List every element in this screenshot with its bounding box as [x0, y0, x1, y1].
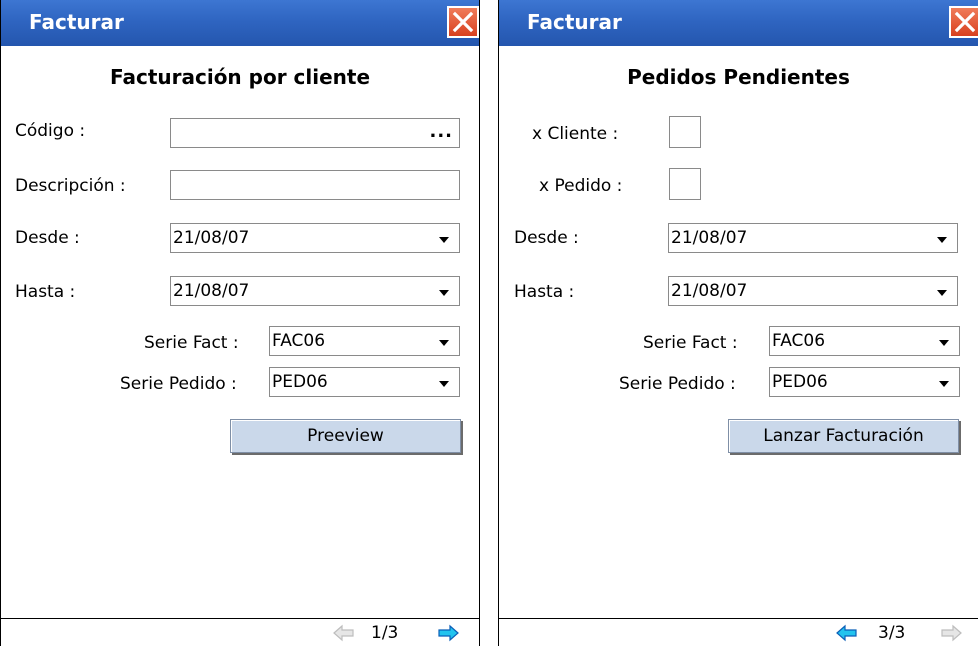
serie-pedido-select[interactable]: PED06	[769, 367, 960, 397]
chevron-down-icon	[439, 290, 449, 296]
x-pedido-checkbox[interactable]	[669, 168, 701, 200]
descripcion-label: Descripción :	[15, 176, 126, 196]
page-title: Facturación por cliente	[109, 65, 371, 89]
window-title: Facturar	[527, 10, 622, 34]
arrow-left-icon[interactable]	[836, 624, 858, 642]
x-cliente-label: x Cliente :	[532, 124, 619, 144]
window-title: Facturar	[29, 10, 124, 34]
chevron-down-icon	[937, 290, 947, 296]
close-icon	[452, 11, 474, 33]
page-title: Pedidos Pendientes	[627, 65, 850, 89]
codigo-label: Código :	[15, 121, 86, 141]
desde-value: 21/08/07	[173, 228, 250, 248]
chevron-down-icon	[439, 381, 449, 387]
serie-fact-select[interactable]: FAC06	[769, 326, 960, 356]
lanzar-facturacion-button[interactable]: Lanzar Facturación	[728, 419, 959, 453]
x-pedido-label: x Pedido :	[539, 176, 623, 196]
preview-button[interactable]: Preeview	[230, 419, 461, 453]
hasta-select[interactable]: 21/08/07	[170, 276, 460, 306]
serie-pedido-select[interactable]: PED06	[269, 367, 460, 397]
hasta-select[interactable]: 21/08/07	[668, 276, 958, 306]
chevron-down-icon	[939, 381, 949, 387]
arrow-right-icon[interactable]	[940, 624, 962, 642]
hasta-value: 21/08/07	[671, 281, 748, 301]
title-bar: Facturar	[499, 0, 978, 46]
close-button[interactable]	[949, 6, 978, 38]
pedidos-pendientes-panel: Facturar Pedidos Pendientes x Cliente : …	[498, 0, 978, 646]
serie-fact-value: FAC06	[272, 331, 326, 351]
browse-button[interactable]: ...	[429, 121, 453, 142]
page-indicator: 3/3	[878, 623, 906, 643]
arrow-right-icon[interactable]	[437, 624, 459, 642]
desde-label: Desde :	[514, 228, 579, 248]
desde-value: 21/08/07	[671, 228, 748, 248]
hasta-value: 21/08/07	[173, 281, 250, 301]
pager: 1/3	[309, 620, 479, 646]
descripcion-input[interactable]	[170, 170, 460, 200]
close-button[interactable]	[447, 6, 479, 38]
chevron-down-icon	[439, 340, 449, 346]
hasta-label: Hasta :	[15, 282, 76, 302]
serie-pedido-value: PED06	[272, 372, 328, 392]
chevron-down-icon	[439, 237, 449, 243]
desde-select[interactable]: 21/08/07	[668, 223, 958, 253]
x-cliente-checkbox[interactable]	[669, 116, 701, 148]
chevron-down-icon	[937, 237, 947, 243]
serie-pedido-label: Serie Pedido :	[120, 374, 237, 394]
close-icon	[954, 11, 976, 33]
desde-select[interactable]: 21/08/07	[170, 223, 460, 253]
codigo-input[interactable]: ...	[170, 118, 460, 148]
pager: 3/3	[808, 620, 978, 646]
serie-fact-value: FAC06	[772, 331, 826, 351]
serie-fact-select[interactable]: FAC06	[269, 326, 460, 356]
arrow-left-icon[interactable]	[333, 624, 355, 642]
footer-divider	[499, 618, 978, 619]
chevron-down-icon	[939, 340, 949, 346]
serie-pedido-value: PED06	[772, 372, 828, 392]
serie-fact-label: Serie Fact :	[643, 333, 738, 353]
serie-pedido-label: Serie Pedido :	[619, 374, 736, 394]
hasta-label: Hasta :	[514, 282, 575, 302]
facturacion-por-cliente-panel: Facturar Facturación por cliente Código …	[0, 0, 480, 646]
footer-divider	[1, 618, 479, 619]
title-bar: Facturar	[1, 0, 479, 46]
page-indicator: 1/3	[371, 623, 399, 643]
desde-label: Desde :	[15, 228, 80, 248]
serie-fact-label: Serie Fact :	[144, 333, 239, 353]
